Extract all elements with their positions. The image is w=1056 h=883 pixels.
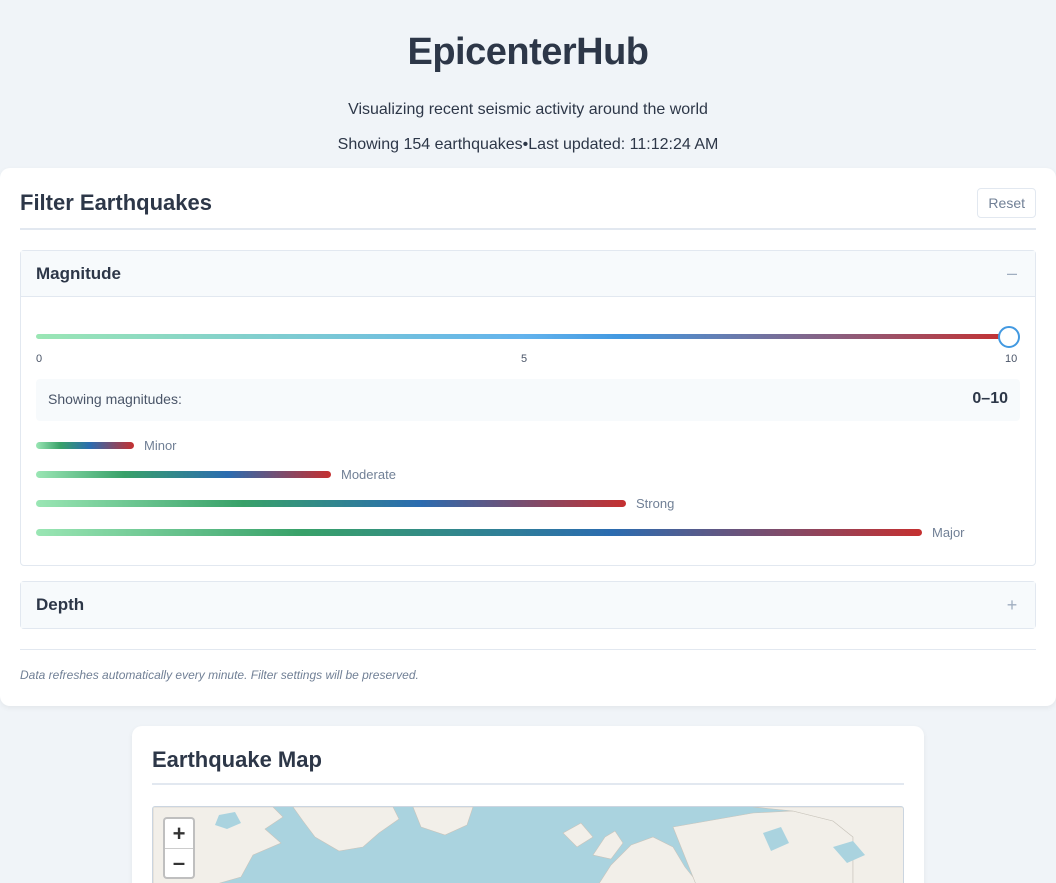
scale-bar <box>36 441 134 449</box>
scale-label: Strong <box>636 495 675 511</box>
filter-panel: Filter Earthquakes Reset Magnitude – 0 5… <box>0 168 1056 706</box>
magnitude-section-title: Magnitude <box>36 263 121 283</box>
scale-bar <box>36 499 626 507</box>
magnitude-slider-track[interactable] <box>36 334 1011 339</box>
slider-tick-label: 10 <box>1005 353 1018 365</box>
magnitude-summary: Showing magnitudes: 0–10 <box>36 379 1020 421</box>
map-panel: Earthquake Map + – <box>132 726 924 883</box>
refresh-note: Data refreshes automatically every minut… <box>20 668 419 682</box>
app-subtitle: Visualizing recent seismic activity arou… <box>348 101 708 118</box>
earthquake-map[interactable]: + – <box>152 806 904 883</box>
scale-label: Moderate <box>341 466 396 482</box>
status-line: Showing 154 earthquakes•Last updated: 11… <box>337 136 719 153</box>
scale-legend-item: Moderate <box>36 465 396 483</box>
magnitude-slider-thumb[interactable] <box>998 326 1020 348</box>
zoom-control: + – <box>163 817 195 879</box>
slider-tick-label: 5 <box>521 353 528 365</box>
magnitude-summary-value: 0–10 <box>972 390 1008 407</box>
map-panel-header: Earthquake Map <box>152 743 904 785</box>
magnitude-section: Magnitude – 0 5 10 Showing magnitudes: 0… <box>20 250 1036 566</box>
scale-legend-item: Minor <box>36 436 177 454</box>
magnitude-slider[interactable] <box>36 326 1021 348</box>
reset-button[interactable]: Reset <box>977 188 1036 218</box>
scale-legend-item: Major <box>36 523 965 541</box>
filter-panel-title: Filter Earthquakes <box>20 190 212 215</box>
slider-tick-label: 0 <box>36 353 43 365</box>
scale-bar <box>36 528 922 536</box>
map-tiles[interactable] <box>153 807 904 883</box>
magnitude-summary-label: Showing magnitudes: <box>48 391 182 407</box>
zoom-in-button[interactable]: + <box>165 819 193 848</box>
app-title: EpicenterHub <box>407 31 649 73</box>
collapse-icon[interactable]: – <box>1004 263 1020 284</box>
scale-label: Minor <box>144 437 177 453</box>
filter-panel-header: Filter Earthquakes Reset <box>20 186 1036 230</box>
scale-legend-item: Strong <box>36 494 674 512</box>
expand-icon[interactable]: + <box>1004 595 1020 616</box>
divider <box>20 649 1036 650</box>
zoom-out-button[interactable]: – <box>165 848 193 877</box>
depth-section: Depth + <box>20 581 1036 629</box>
depth-section-title: Depth <box>36 595 85 614</box>
depth-section-header[interactable]: Depth + <box>21 582 1035 628</box>
map-title: Earthquake Map <box>152 747 322 772</box>
scale-label: Major <box>932 524 965 540</box>
page-header: EpicenterHub Visualizing recent seismic … <box>0 0 1056 155</box>
scale-bar <box>36 470 331 478</box>
magnitude-section-header[interactable]: Magnitude – <box>21 251 1035 297</box>
